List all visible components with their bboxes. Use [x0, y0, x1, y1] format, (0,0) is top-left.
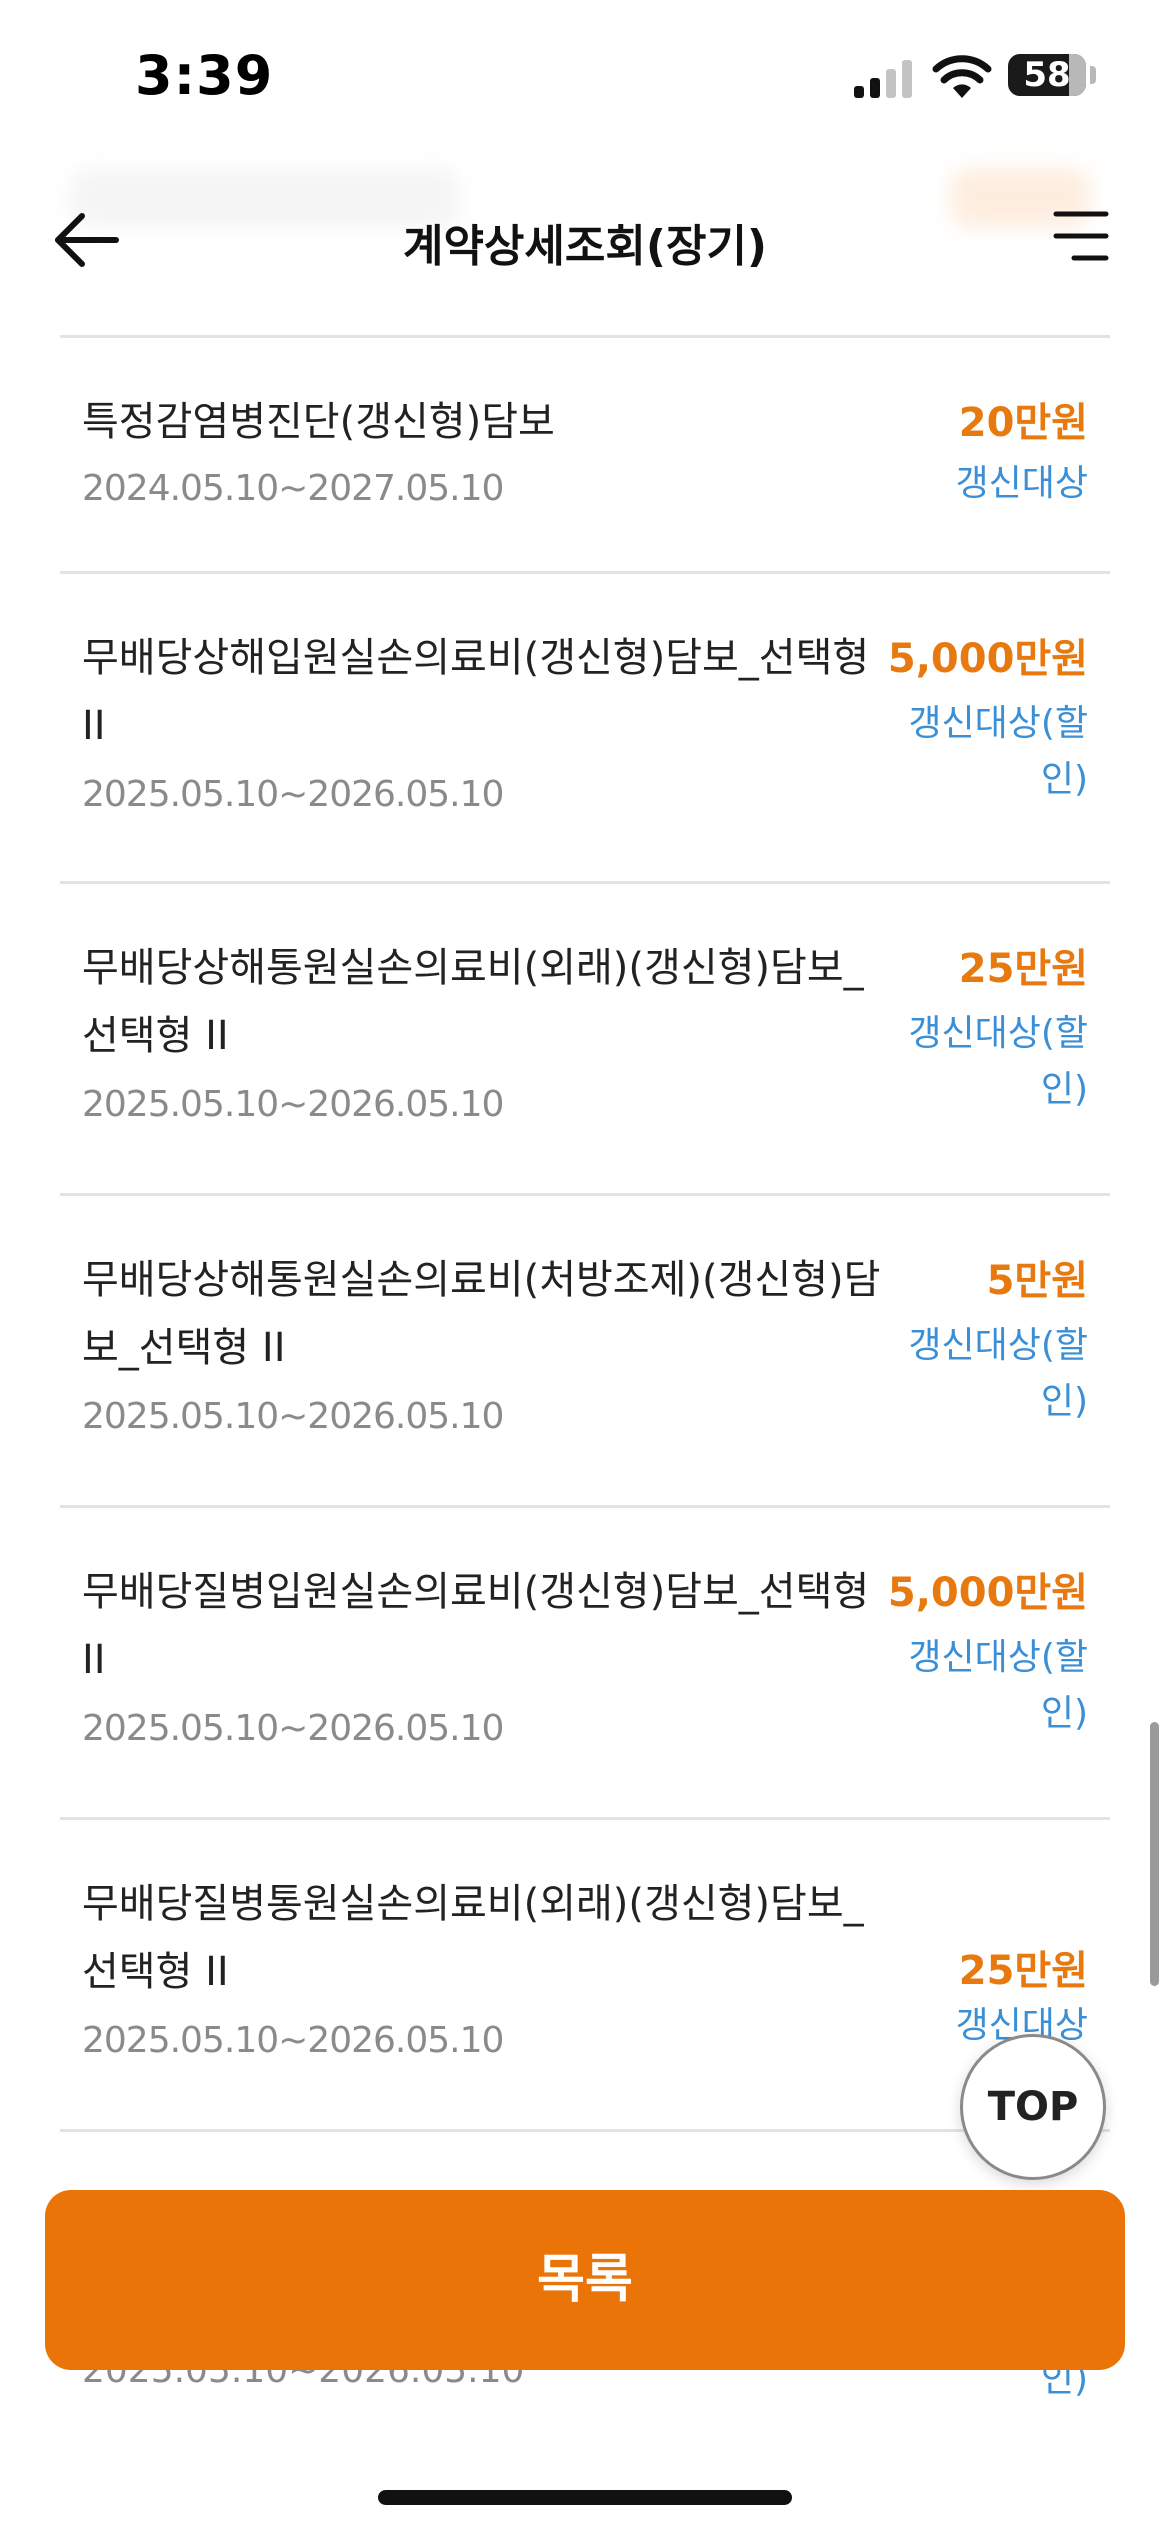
coverage-title: 무배당상해통원실손의료비(외래)(갱신형)담보_선택형 II [82, 945, 864, 1059]
coverage-period: 2025.05.10~2026.05.10 [82, 2020, 504, 2061]
wifi-icon [932, 55, 992, 98]
screen: 3:39 58 계약상세조회(장기) 특정감염병진단(갱신형)담보 2024.0… [0, 0, 1170, 2532]
list-button[interactable]: 목록 [45, 2190, 1125, 2370]
renewal-status: 갱신대상(할인) [908, 703, 1088, 800]
coverage-amount: 5,000만원 [887, 1570, 1088, 1616]
coverage-title: 무배당상해입원실손의료비(갱신형)담보_선택형 II [82, 635, 870, 749]
battery-level: 58 [1023, 55, 1071, 95]
coverage-period: 2025.05.10~2026.05.10 [82, 1708, 504, 1749]
battery-tip [1090, 66, 1096, 84]
coverage-amount: 5,000만원 [887, 636, 1088, 682]
hamburger-menu-icon[interactable] [1052, 210, 1110, 262]
coverage-list: 특정감염병진단(갱신형)담보 2024.05.10~2027.05.10 20만… [60, 338, 1110, 2132]
renewal-status: 갱신대상(할인) [908, 1325, 1088, 1422]
coverage-title: 무배당질병입원실손의료비(갱신형)담보_선택형 II [82, 1569, 870, 1683]
renewal-status: 갱신대상(할인) [908, 1013, 1088, 1110]
coverage-period: 2025.05.10~2026.05.10 [82, 1396, 504, 1437]
renewal-status: 갱신대상 [955, 463, 1088, 504]
list-item[interactable]: 무배당상해통원실손의료비(외래)(갱신형)담보_선택형 II 2025.05.1… [60, 884, 1110, 1196]
coverage-amount: 25만원 [958, 946, 1088, 992]
page-title: 계약상세조회(장기) [402, 221, 768, 272]
cellular-signal-icon [854, 60, 912, 98]
battery-icon: 58 [1008, 54, 1086, 96]
header: 계약상세조회(장기) [0, 150, 1170, 338]
list-item[interactable]: 무배당상해입원실손의료비(갱신형)담보_선택형 II 2025.05.10~20… [60, 574, 1110, 884]
coverage-period: 2025.05.10~2026.05.10 [82, 1084, 504, 1125]
list-item[interactable]: 무배당질병입원실손의료비(갱신형)담보_선택형 II 2025.05.10~20… [60, 1508, 1110, 1820]
home-indicator[interactable] [378, 2490, 792, 2505]
status-bar: 3:39 58 [0, 0, 1170, 150]
coverage-amount: 20만원 [958, 400, 1088, 446]
coverage-title: 무배당질병통원실손의료비(외래)(갱신형)담보_선택형 II [82, 1881, 864, 1995]
list-item[interactable]: 특정감염병진단(갱신형)담보 2024.05.10~2027.05.10 20만… [60, 338, 1110, 574]
coverage-period: 2025.05.10~2026.05.10 [82, 774, 504, 815]
coverage-amount: 5만원 [986, 1258, 1088, 1304]
coverage-amount: 25만원 [958, 1948, 1088, 1994]
coverage-period: 2024.05.10~2027.05.10 [82, 468, 504, 509]
coverage-title: 특정감염병진단(갱신형)담보 [82, 399, 555, 445]
scroll-to-top-button[interactable]: TOP [960, 2034, 1106, 2180]
list-item[interactable]: 무배당상해통원실손의료비(처방조제)(갱신형)담보_선택형 II 2025.05… [60, 1196, 1110, 1508]
list-item[interactable]: 무배당질병통원실손의료비(외래)(갱신형)담보_선택형 II 2025.05.1… [60, 1820, 1110, 2132]
status-time: 3:39 [135, 44, 274, 107]
renewal-status: 갱신대상(할인) [908, 1637, 1088, 1734]
coverage-title: 무배당상해통원실손의료비(처방조제)(갱신형)담보_선택형 II [82, 1257, 881, 1371]
scrollbar[interactable] [1150, 1722, 1159, 1986]
